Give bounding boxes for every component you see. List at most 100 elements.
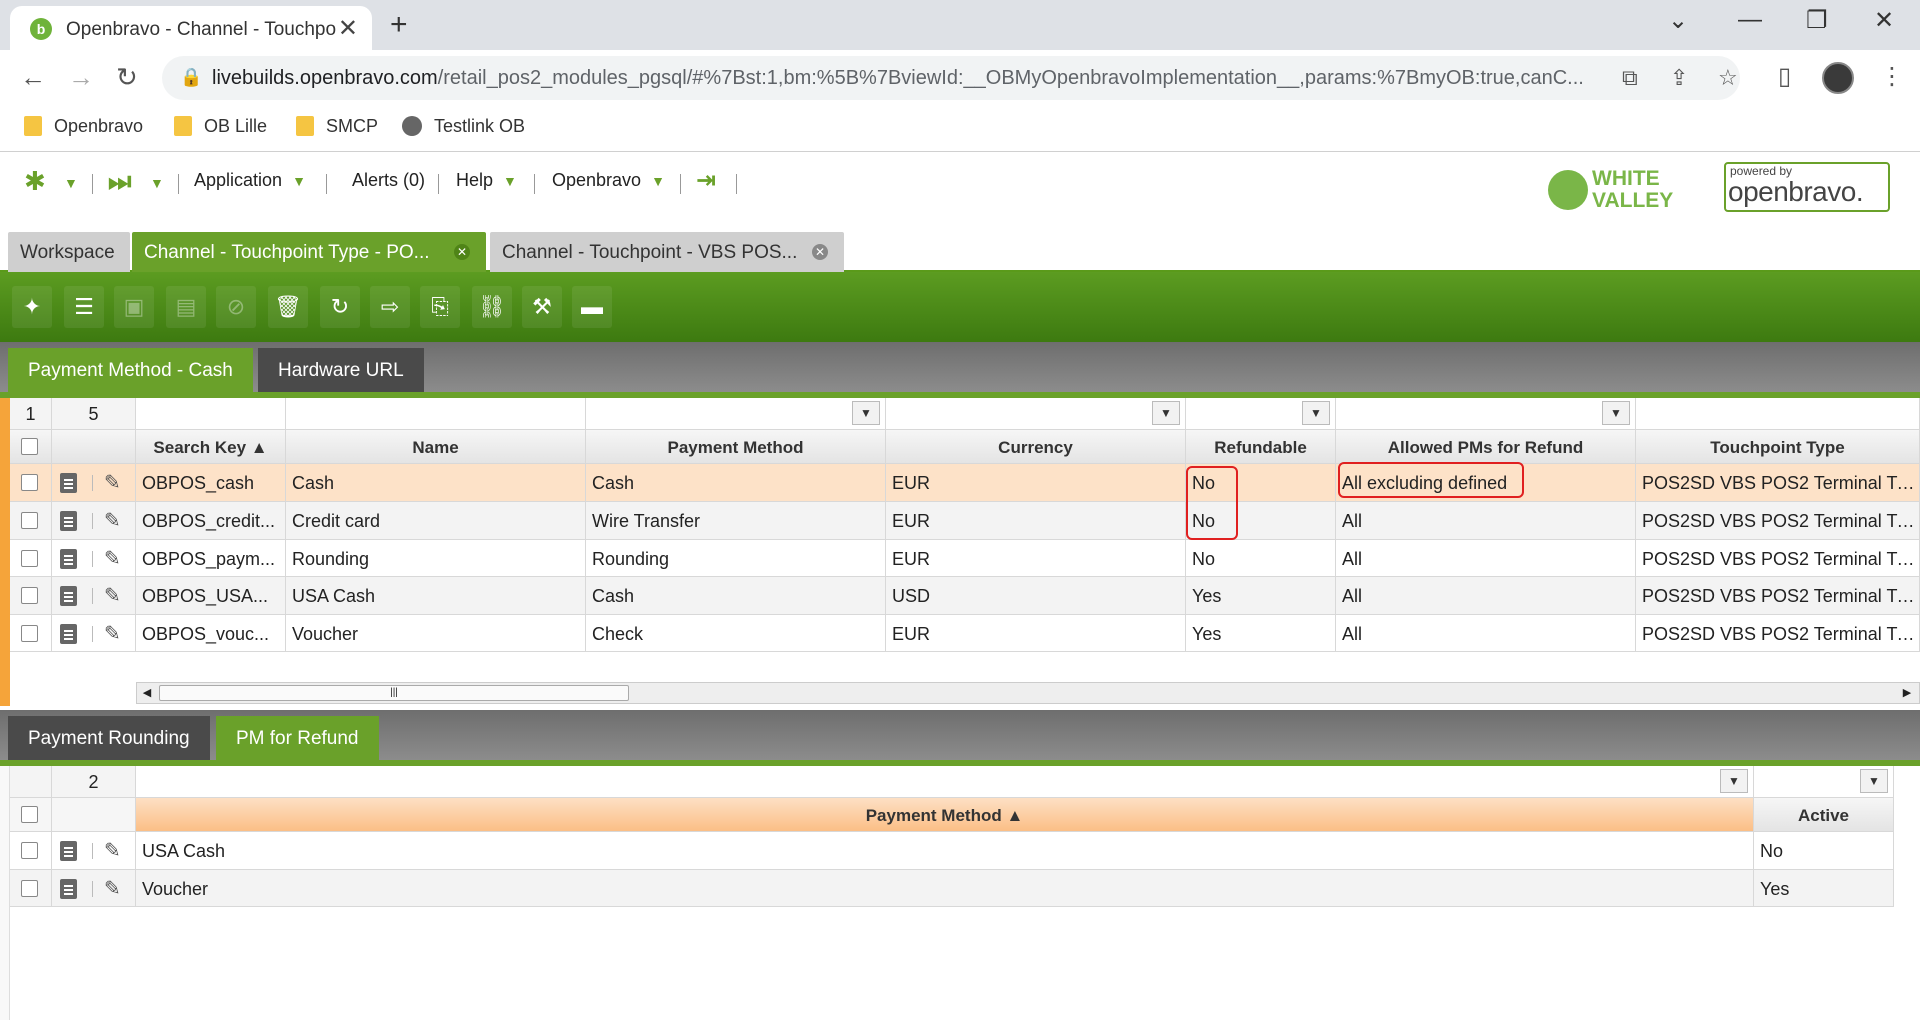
header-payment-method[interactable]: Payment Method [586,430,886,463]
filter-active[interactable]: ▼ [1754,766,1894,797]
bookmark-openbravo[interactable]: Openbravo [24,116,143,137]
header-touchpoint-type[interactable]: Touchpoint Type [1636,430,1920,463]
edit-pencil-icon[interactable]: ✎ [104,621,121,646]
edit-pencil-icon[interactable]: ✎ [104,546,121,571]
header-currency[interactable]: Currency [886,430,1186,463]
tab-payment-rounding[interactable]: Payment Rounding [8,716,210,760]
tab-pm-for-refund[interactable]: PM for Refund [216,716,379,760]
new-tab-icon[interactable]: + [390,8,408,42]
header-name[interactable]: Name [286,430,586,463]
scroll-left-icon[interactable]: ◀ [139,684,155,702]
bookmark-star-icon[interactable]: ☆ [1718,65,1738,91]
tab-channel-touchpoint[interactable]: Channel - Touchpoint - VBS POS... ✕ [490,232,844,272]
quick-launch-icon[interactable]: ✱ [24,166,46,197]
open-form-icon[interactable] [60,586,77,606]
help-menu[interactable]: Help ▼ [456,170,517,191]
tab-payment-method-cash[interactable]: Payment Method - Cash [8,348,253,392]
header-refundable[interactable]: Refundable [1186,430,1336,463]
open-form-icon[interactable] [60,841,77,861]
row-checkbox[interactable] [21,625,38,642]
row-checkbox[interactable] [21,512,38,529]
select-all-checkbox[interactable] [21,806,38,823]
side-panel-icon[interactable]: ▯ [1778,62,1791,91]
reload-icon[interactable]: ↻ [116,62,138,93]
quick-create-dropdown[interactable]: ▼ [140,172,164,193]
row-checkbox[interactable] [21,842,38,859]
table-row[interactable]: ✎ OBPOS_credit... Credit card Wire Trans… [10,502,1920,540]
alerts-menu[interactable]: Alerts (0) [352,170,425,191]
new-document-icon[interactable]: ✦ [12,286,52,328]
translate-icon[interactable]: ⧉ [1622,65,1638,91]
export-icon[interactable]: ⇨ [370,286,410,328]
close-tab-icon[interactable]: ✕ [338,14,358,43]
select-all-checkbox[interactable] [21,438,38,455]
quick-create-icon[interactable]: ⏭ [108,166,131,198]
filter-search-key[interactable] [136,398,286,429]
filter-touchpoint-type[interactable] [1636,398,1920,429]
row-checkbox[interactable] [21,880,38,897]
filter-payment-method[interactable]: ▼ [586,398,886,429]
save-icon[interactable]: ▣ [114,286,154,328]
horizontal-scrollbar[interactable]: ◀ ||| ▶ [136,682,1920,704]
row-checkbox[interactable] [21,587,38,604]
omnibox[interactable]: 🔒 livebuilds.openbravo.com/retail_pos2_m… [162,56,1740,100]
browser-tab[interactable]: b Openbravo - Channel - Touchpoint Type … [10,6,372,50]
table-row[interactable]: ✎ Voucher Yes [10,870,1894,907]
undo-icon[interactable]: ⊘ [216,286,256,328]
filter-payment-method[interactable]: ▼ [136,766,1754,797]
chrome-menu-icon[interactable]: ⋮ [1880,62,1904,91]
attachment-icon[interactable]: ⎘ [420,286,460,328]
header-payment-method[interactable]: Payment Method ▲ [136,798,1754,831]
profile-avatar[interactable] [1822,62,1854,94]
edit-pencil-icon[interactable]: ✎ [104,838,121,863]
close-tab-icon[interactable]: ✕ [454,244,470,260]
chevron-down-icon[interactable]: ▼ [1720,769,1748,793]
table-row[interactable]: ✎ OBPOS_cash Cash Cash EUR No All exclud… [10,464,1920,502]
header-allowed-pms[interactable]: Allowed PMs for Refund [1336,430,1636,463]
chevron-down-icon[interactable]: ▼ [852,401,880,425]
edit-pencil-icon[interactable]: ✎ [104,508,121,533]
tab-channel-touchpoint-type[interactable]: Channel - Touchpoint Type - PO... ✕ [132,232,486,272]
edit-pencil-icon[interactable]: ✎ [104,583,121,608]
url-text[interactable]: livebuilds.openbravo.com/retail_pos2_mod… [212,67,1612,90]
open-form-icon[interactable] [60,473,77,493]
chevron-down-icon[interactable]: ▼ [1302,401,1330,425]
edit-pencil-icon[interactable]: ✎ [104,470,121,495]
save-close-icon[interactable]: ▤ [166,286,206,328]
bookmark-ob-lille[interactable]: OB Lille [174,116,267,137]
table-row[interactable]: ✎ OBPOS_paym... Rounding Rounding EUR No… [10,540,1920,577]
chevron-down-icon[interactable]: ▼ [1152,401,1180,425]
grid-form-toggle-icon[interactable]: ▬ [572,286,612,328]
bookmark-smcp[interactable]: SMCP [296,116,378,137]
close-window-icon[interactable]: ✕ [1874,6,1894,35]
quick-launch-dropdown[interactable]: ▼ [54,172,78,193]
chevron-down-icon[interactable]: ▼ [1860,769,1888,793]
forward-arrow-icon[interactable]: → [68,62,94,93]
tab-workspace[interactable]: Workspace [8,232,130,272]
open-form-icon[interactable] [60,624,77,644]
open-form-icon[interactable] [60,879,77,899]
chevron-down-icon[interactable]: ▼ [1602,401,1630,425]
filter-refundable[interactable]: ▼ [1186,398,1336,429]
new-row-icon[interactable]: ☰ [64,286,104,328]
scrollbar-thumb[interactable]: ||| [159,685,629,701]
table-row[interactable]: ✎ OBPOS_vouc... Voucher Check EUR Yes Al… [10,615,1920,652]
restore-icon[interactable]: ❐ [1806,6,1828,35]
close-tab-icon[interactable]: ✕ [812,244,828,260]
scroll-right-icon[interactable]: ▶ [1899,684,1915,702]
link-icon[interactable]: ⛓ [472,286,512,328]
delete-icon[interactable]: 🗑 [268,286,308,328]
table-row[interactable]: ✎ USA Cash No [10,832,1894,870]
minimize-icon[interactable]: — [1738,6,1762,34]
filter-allowed-pms[interactable]: ▼ [1336,398,1636,429]
open-form-icon[interactable] [60,549,77,569]
filter-currency[interactable]: ▼ [886,398,1186,429]
user-menu[interactable]: Openbravo ▼ [552,170,665,191]
header-active[interactable]: Active [1754,798,1894,831]
tab-search-chevron-icon[interactable]: ⌄ [1668,6,1688,35]
open-form-icon[interactable] [60,511,77,531]
header-search-key[interactable]: Search Key ▲ [136,430,286,463]
row-checkbox[interactable] [21,474,38,491]
refresh-icon[interactable]: ↻ [320,286,360,328]
share-icon[interactable]: ⇪ [1670,65,1688,91]
